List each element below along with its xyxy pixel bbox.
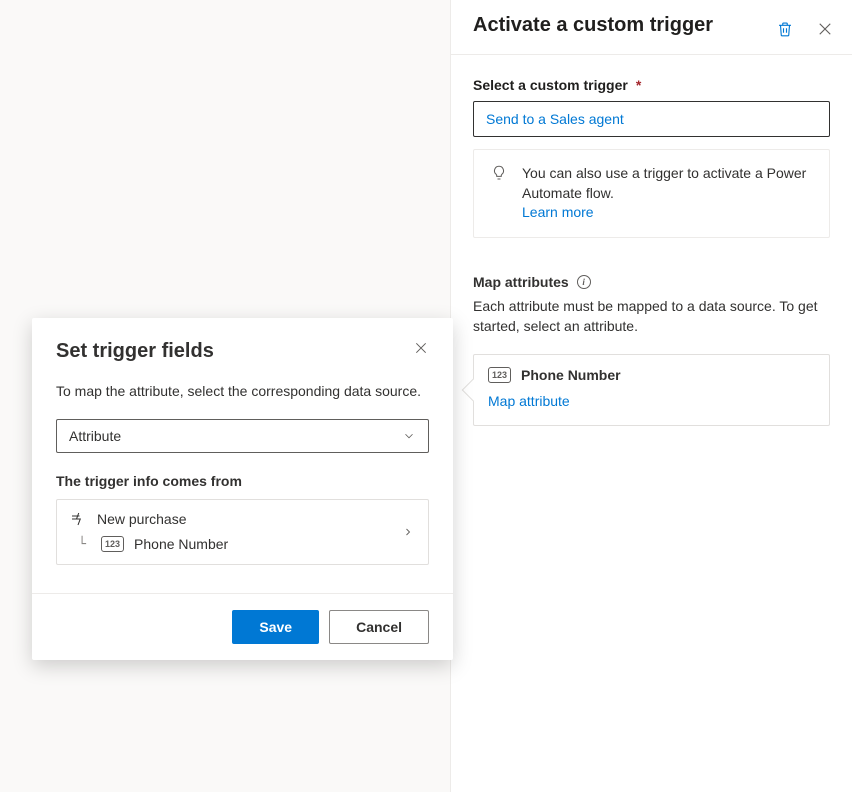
chevron-down-icon — [402, 429, 416, 443]
info-text-body: You can also use a trigger to activate a… — [522, 165, 806, 201]
delete-button[interactable] — [776, 20, 794, 38]
tree-branch-icon: └ — [73, 537, 91, 552]
save-button[interactable]: Save — [232, 610, 319, 644]
trigger-source-child: └ 123 Phone Number — [69, 536, 416, 552]
info-box: You can also use a trigger to activate a… — [473, 149, 830, 238]
number-type-icon: 123 — [488, 367, 511, 383]
number-type-icon: 123 — [101, 536, 124, 552]
popover-content: Set trigger fields To map the attribute,… — [32, 318, 453, 593]
select-trigger-label: Select a custom trigger * — [473, 77, 830, 93]
close-icon — [413, 340, 429, 356]
trash-icon — [776, 20, 794, 38]
popover-header: Set trigger fields — [56, 340, 429, 363]
popover-footer: Save Cancel — [32, 593, 453, 660]
map-attribute-link[interactable]: Map attribute — [488, 393, 570, 409]
map-attributes-section: Map attributes i Each attribute must be … — [473, 274, 830, 427]
close-panel-button[interactable] — [816, 20, 834, 38]
trigger-source-card[interactable]: New purchase └ 123 Phone Number — [56, 499, 429, 565]
lightbulb-icon — [490, 164, 508, 182]
cancel-button[interactable]: Cancel — [329, 610, 429, 644]
attribute-dropdown[interactable]: Attribute — [56, 419, 429, 453]
panel-header: Activate a custom trigger — [451, 0, 852, 55]
dropdown-placeholder: Attribute — [69, 428, 121, 444]
map-attributes-heading: Map attributes i — [473, 274, 830, 290]
trigger-source-root-label: New purchase — [97, 511, 187, 527]
required-marker: * — [636, 77, 641, 93]
custom-trigger-select[interactable]: Send to a Sales agent — [473, 101, 830, 137]
trigger-source-root: New purchase — [69, 510, 416, 528]
close-popover-button[interactable] — [413, 340, 429, 356]
close-icon — [816, 20, 834, 38]
panel-content: Select a custom trigger * Send to a Sale… — [451, 55, 852, 448]
trigger-source-child-label: Phone Number — [134, 536, 228, 552]
info-text: You can also use a trigger to activate a… — [522, 164, 813, 223]
map-attributes-description: Each attribute must be mapped to a data … — [473, 296, 830, 337]
select-trigger-label-text: Select a custom trigger — [473, 77, 628, 93]
map-attributes-heading-text: Map attributes — [473, 274, 569, 290]
trigger-icon — [69, 510, 87, 528]
attribute-title: Phone Number — [521, 367, 621, 383]
activate-trigger-panel: Activate a custom trigger Select a cus — [450, 0, 852, 792]
panel-title: Activate a custom trigger — [473, 12, 713, 38]
attribute-title-row: 123 Phone Number — [488, 367, 815, 383]
selected-trigger-value: Send to a Sales agent — [486, 111, 624, 127]
learn-more-link[interactable]: Learn more — [522, 204, 594, 220]
popover-title: Set trigger fields — [56, 340, 214, 363]
info-icon[interactable]: i — [577, 275, 591, 289]
attribute-card[interactable]: 123 Phone Number Map attribute — [473, 354, 830, 426]
panel-actions — [776, 12, 834, 38]
popover-description: To map the attribute, select the corresp… — [56, 381, 429, 401]
trigger-info-label: The trigger info comes from — [56, 473, 429, 489]
attribute-card-pointer — [462, 379, 485, 402]
chevron-right-icon — [402, 526, 414, 538]
set-trigger-fields-popover: Set trigger fields To map the attribute,… — [32, 318, 453, 660]
